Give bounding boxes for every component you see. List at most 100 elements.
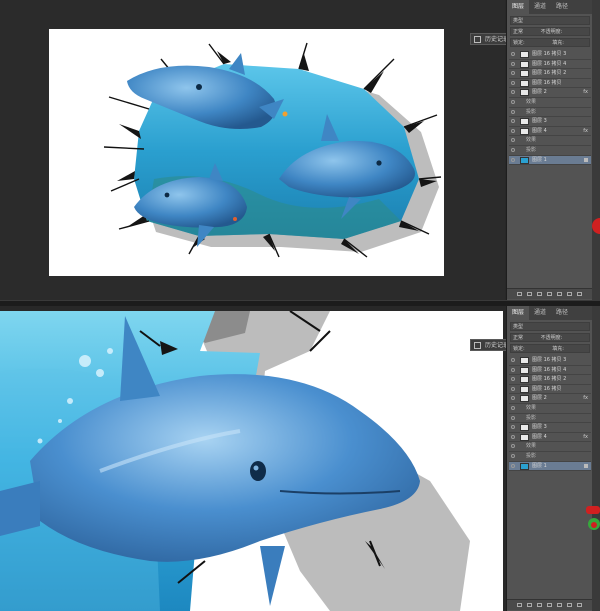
- link-layers-icon[interactable]: [517, 603, 522, 607]
- document-canvas[interactable]: [49, 29, 444, 276]
- history-icon: [474, 36, 481, 43]
- adjustment-icon[interactable]: [547, 603, 552, 607]
- blend-mode-row[interactable]: 正常 不透明度:: [510, 27, 590, 36]
- layer-row[interactable]: 图层 4 fx: [509, 127, 591, 137]
- tab-paths[interactable]: 路径: [551, 0, 573, 14]
- screenshot-overview: 历史记录 图层 通道 路径 类型 正常 不透明度: 锁定: 填充: 图层 16 …: [0, 0, 600, 300]
- layer-filter-row[interactable]: 类型: [510, 16, 590, 25]
- layer-effect-row[interactable]: 效果: [509, 98, 591, 108]
- visibility-eye-icon[interactable]: [511, 377, 515, 382]
- blend-mode-select[interactable]: 正常: [513, 29, 523, 35]
- group-icon[interactable]: [557, 292, 562, 296]
- layer-fx-icon[interactable]: fx: [583, 394, 588, 403]
- visibility-eye-icon[interactable]: [511, 386, 515, 391]
- visibility-eye-icon[interactable]: [511, 425, 515, 430]
- visibility-eye-icon[interactable]: [511, 119, 515, 124]
- tab-paths[interactable]: 路径: [551, 306, 573, 320]
- layers-panel-zoomed: 图层 通道 路径 类型 正常 不透明度: 锁定: 填充: 图层 16 拷贝 3图…: [506, 306, 593, 611]
- visibility-eye-icon[interactable]: [511, 453, 515, 458]
- new-layer-icon[interactable]: [567, 603, 572, 607]
- layer-effect-row[interactable]: 效果: [509, 404, 591, 414]
- visibility-eye-icon[interactable]: [511, 80, 515, 85]
- kind-filter-label: 类型: [513, 324, 524, 330]
- layer-row[interactable]: 图层 16 拷贝 4: [509, 60, 591, 70]
- floating-sticker-icon[interactable]: [586, 506, 600, 536]
- blend-mode-select[interactable]: 正常: [513, 335, 523, 341]
- layer-name: 图层 2: [532, 89, 547, 96]
- tab-channels[interactable]: 通道: [529, 306, 551, 320]
- mask-icon[interactable]: [537, 292, 542, 296]
- trash-icon[interactable]: [577, 603, 582, 607]
- layer-row[interactable]: 图层 3: [509, 423, 591, 433]
- layer-effect-row[interactable]: 效果: [509, 442, 591, 452]
- visibility-eye-icon[interactable]: [511, 128, 515, 133]
- layer-row[interactable]: 图层 16 拷贝 3: [509, 356, 591, 366]
- side-strip: [592, 0, 600, 300]
- visibility-eye-icon[interactable]: [511, 367, 515, 372]
- adjustment-icon[interactable]: [547, 292, 552, 296]
- layer-row[interactable]: 图层 16 拷贝: [509, 79, 591, 89]
- visibility-eye-icon[interactable]: [511, 396, 515, 401]
- layer-fx-icon[interactable]: fx: [583, 88, 588, 97]
- tab-channels[interactable]: 通道: [529, 0, 551, 14]
- layer-row[interactable]: 图层 2 fx: [509, 394, 591, 404]
- layer-name: 投影: [526, 452, 537, 459]
- layer-fx-icon[interactable]: fx: [583, 127, 588, 136]
- layer-effect-row[interactable]: 投影: [509, 146, 591, 156]
- lock-row[interactable]: 锁定: 填充:: [510, 344, 590, 353]
- visibility-eye-icon[interactable]: [511, 99, 515, 104]
- tab-layers[interactable]: 图层: [507, 306, 530, 320]
- layer-row[interactable]: 图层 4 fx: [509, 433, 591, 443]
- document-canvas-zoomed[interactable]: [0, 311, 503, 611]
- layer-name: 图层 3: [532, 424, 547, 431]
- layer-name: 投影: [526, 146, 537, 153]
- layer-thumbnail: [520, 424, 529, 432]
- visibility-eye-icon[interactable]: [511, 71, 515, 76]
- visibility-eye-icon[interactable]: [511, 52, 515, 56]
- new-layer-icon[interactable]: [567, 292, 572, 296]
- mask-icon[interactable]: [537, 603, 542, 607]
- layer-row[interactable]: 图层 16 拷贝 2: [509, 69, 591, 79]
- link-layers-icon[interactable]: [517, 292, 522, 296]
- layer-row[interactable]: 图层 2 fx: [509, 88, 591, 98]
- visibility-eye-icon[interactable]: [511, 434, 515, 439]
- layer-name: 图层 4: [532, 127, 547, 134]
- visibility-eye-icon[interactable]: [511, 463, 515, 468]
- layer-thumbnail: [520, 127, 529, 135]
- layer-thumbnail: [520, 118, 529, 126]
- visibility-eye-icon[interactable]: [511, 405, 515, 410]
- visibility-eye-icon[interactable]: [511, 444, 515, 449]
- fx-icon[interactable]: [527, 603, 532, 607]
- layer-row[interactable]: 图层 16 拷贝 3: [509, 50, 591, 60]
- layer-effect-row[interactable]: 效果: [509, 136, 591, 146]
- visibility-eye-icon[interactable]: [511, 109, 515, 114]
- layer-row[interactable]: 图层 16 拷贝 4: [509, 366, 591, 376]
- layer-fx-icon[interactable]: fx: [583, 433, 588, 442]
- layer-row[interactable]: 图层 3: [509, 117, 591, 127]
- group-icon[interactable]: [557, 603, 562, 607]
- visibility-eye-icon[interactable]: [511, 138, 515, 143]
- visibility-eye-icon[interactable]: [511, 358, 515, 362]
- layer-row[interactable]: 图层 16 拷贝 2: [509, 375, 591, 385]
- panel-bottom-bar: [507, 288, 593, 299]
- visibility-eye-icon[interactable]: [511, 157, 515, 162]
- layer-effect-row[interactable]: 投影: [509, 414, 591, 424]
- tab-layers[interactable]: 图层: [507, 0, 530, 14]
- opacity-label: 不透明度:: [540, 335, 563, 341]
- layer-name: 效果: [526, 443, 537, 450]
- trash-icon[interactable]: [577, 292, 582, 296]
- layer-effect-row[interactable]: 投影: [509, 452, 591, 462]
- visibility-eye-icon[interactable]: [511, 415, 515, 420]
- layer-row[interactable]: 图层 1: [509, 461, 591, 472]
- layer-filter-row[interactable]: 类型: [510, 322, 590, 331]
- layer-row[interactable]: 图层 1: [509, 155, 591, 166]
- visibility-eye-icon[interactable]: [511, 90, 515, 95]
- blend-mode-row[interactable]: 正常 不透明度:: [510, 333, 590, 342]
- visibility-eye-icon[interactable]: [511, 147, 515, 152]
- layer-name: 投影: [526, 414, 537, 421]
- layer-effect-row[interactable]: 投影: [509, 108, 591, 118]
- visibility-eye-icon[interactable]: [511, 61, 515, 66]
- lock-row[interactable]: 锁定: 填充:: [510, 38, 590, 47]
- layer-row[interactable]: 图层 16 拷贝: [509, 385, 591, 395]
- fx-icon[interactable]: [527, 292, 532, 296]
